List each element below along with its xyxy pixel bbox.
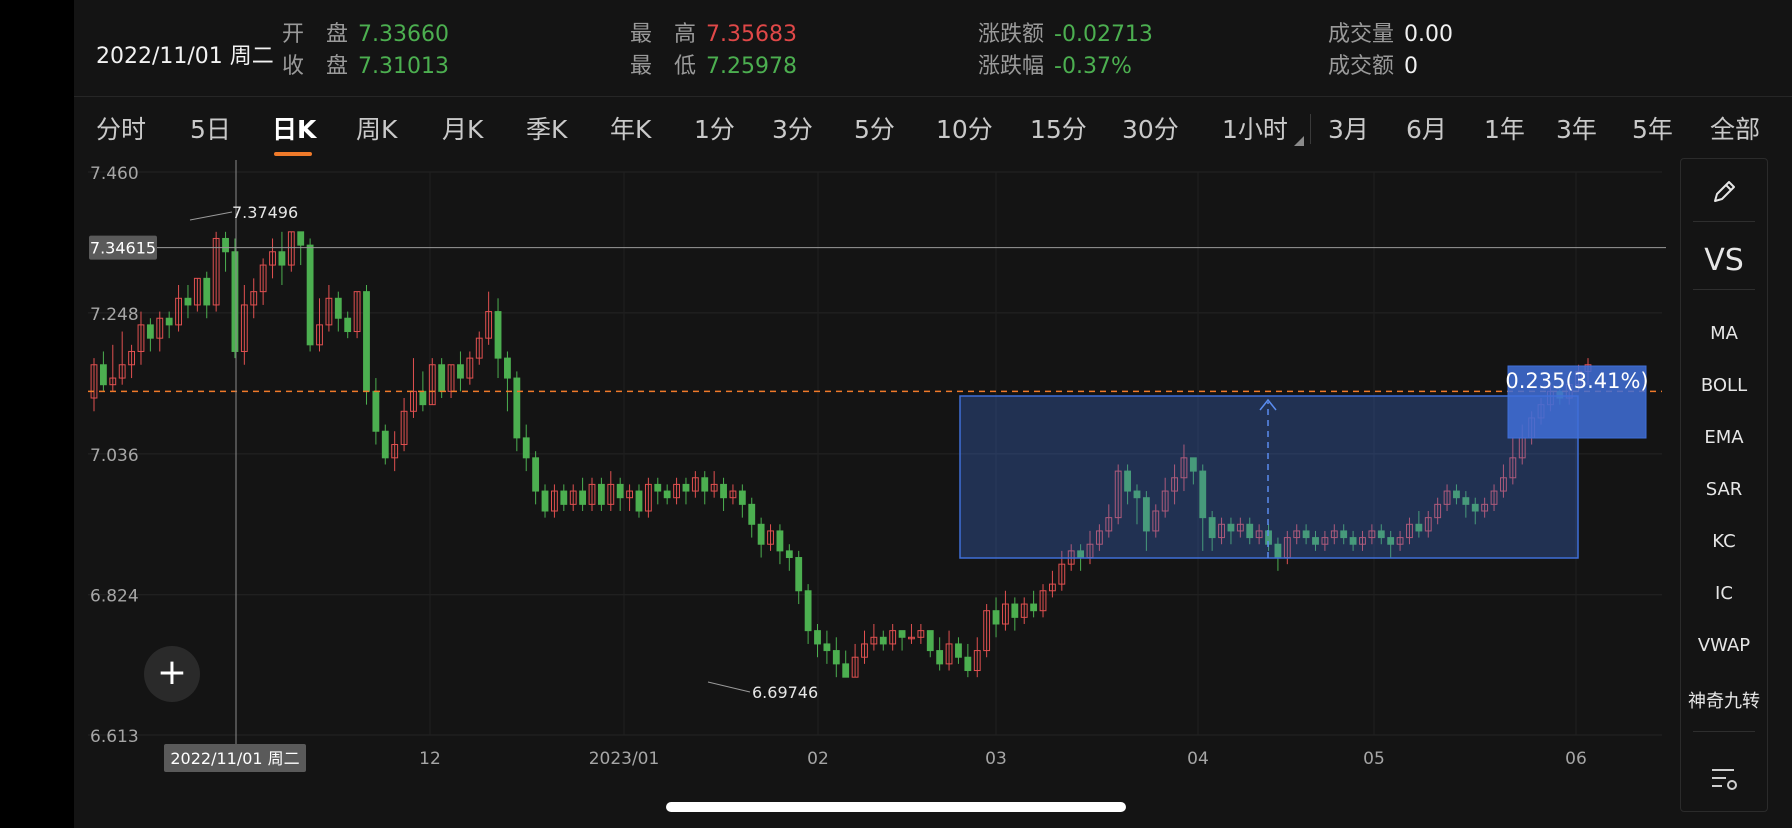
- candle-body: [99, 364, 107, 386]
- candle-body: [363, 291, 370, 392]
- candle-body: [616, 483, 624, 499]
- candle-body: [334, 297, 342, 319]
- x-tick-label: 04: [1187, 749, 1209, 769]
- indicator-kc[interactable]: KC: [1681, 531, 1767, 552]
- max-price-label: 7.37496: [232, 203, 298, 222]
- x-tick-label: 12: [419, 749, 441, 769]
- candle-body: [936, 650, 944, 665]
- candle-body: [438, 364, 446, 392]
- candle-body: [748, 503, 756, 525]
- max-pointer: [189, 211, 233, 221]
- candle-body: [654, 483, 662, 492]
- candle-body: [165, 317, 173, 326]
- y-tick-label: 7.036: [90, 446, 139, 466]
- candle-body: [560, 490, 568, 505]
- candle-body: [682, 483, 690, 492]
- candlestick-chart[interactable]: 7.4607.2487.0366.8246.613 12 2023/01 02 03 0…: [0, 0, 1680, 800]
- candle-body: [419, 390, 427, 406]
- candle-body: [832, 650, 840, 665]
- candle-body: [635, 490, 643, 512]
- candle-body: [738, 490, 746, 505]
- candle-body: [663, 490, 671, 499]
- candle-body: [494, 311, 502, 359]
- candle-body: [372, 390, 380, 432]
- candle-body: [804, 590, 812, 632]
- candle-body: [992, 610, 1000, 625]
- min-price-label: 6.69746: [752, 683, 818, 702]
- candle-body: [955, 643, 962, 658]
- candle-body: [814, 630, 821, 645]
- indicator-toolbar: VS MA BOLL EMA SAR KC IC VWAP 神奇九转: [1680, 158, 1768, 812]
- settings-list-icon[interactable]: [1681, 763, 1767, 800]
- indicator-sar[interactable]: SAR: [1681, 479, 1767, 500]
- candle-body: [381, 430, 389, 459]
- candle-body: [457, 364, 464, 379]
- y-tick-label: 7.248: [90, 305, 139, 325]
- x-tick-label: 02: [807, 749, 829, 769]
- x-tick-label: 2023/01: [589, 749, 660, 769]
- candle-body: [823, 643, 831, 652]
- vs-button[interactable]: VS: [1681, 243, 1767, 278]
- candle-body: [504, 357, 511, 379]
- candle-body: [222, 237, 229, 253]
- crosshair-date-label: 2022/11/01 周二: [170, 749, 299, 768]
- measure-box: [959, 395, 1579, 559]
- candle-body: [344, 317, 352, 333]
- candle-body: [964, 656, 972, 672]
- toolbar-divider: [1693, 221, 1755, 222]
- candle-body: [579, 490, 587, 505]
- candle-body: [532, 457, 540, 492]
- candle-body: [597, 483, 605, 505]
- min-pointer: [707, 681, 751, 693]
- candle-body: [306, 244, 314, 346]
- x-tick-label: 06: [1565, 749, 1587, 769]
- indicator-vwap[interactable]: VWAP: [1681, 635, 1767, 656]
- indicator-ma[interactable]: MA: [1681, 323, 1767, 344]
- indicator-boll[interactable]: BOLL: [1681, 375, 1767, 396]
- candle-body: [776, 530, 784, 552]
- candle-body: [720, 483, 727, 499]
- candle-body: [231, 251, 239, 352]
- measure-label: 0.235(3.41%): [1505, 369, 1648, 393]
- candle-body: [701, 477, 709, 492]
- candle-body: [1011, 603, 1019, 618]
- candle-body: [146, 324, 154, 339]
- candle-body: [297, 231, 305, 246]
- add-button[interactable]: +: [144, 646, 200, 702]
- candle-body: [926, 630, 934, 652]
- home-indicator: [666, 802, 1126, 812]
- tab-all[interactable]: 全部: [1710, 110, 1760, 146]
- candle-body: [203, 277, 211, 306]
- candle-body: [785, 550, 793, 559]
- candle-body: [522, 437, 530, 459]
- indicator-ema[interactable]: EMA: [1681, 427, 1767, 448]
- candle-body: [1030, 603, 1038, 612]
- candle-body: [278, 251, 286, 266]
- y-tick-label: 6.824: [90, 587, 139, 607]
- chart-overlay: 0.235(3.41%) 7.34615 2022/11/01 周二 7.37496 6…: [88, 160, 1666, 772]
- y-tick-label: 6.613: [90, 727, 139, 747]
- candle-body: [879, 636, 887, 645]
- indicator-ic[interactable]: IC: [1681, 583, 1767, 604]
- x-tick-label: 05: [1363, 749, 1385, 769]
- candle-body: [795, 557, 803, 592]
- y-tick-label: 7.460: [90, 164, 139, 184]
- candle-body: [184, 297, 192, 306]
- toolbar-divider: [1693, 289, 1755, 290]
- pencil-icon[interactable]: [1681, 177, 1767, 212]
- crosshair-price-label: 7.34615: [90, 239, 156, 258]
- candle-body: [842, 663, 850, 678]
- indicator-magic-nine[interactable]: 神奇九转: [1681, 687, 1767, 713]
- candle-body: [898, 630, 906, 638]
- toolbar-divider: [1693, 731, 1755, 732]
- candle-body: [541, 490, 549, 512]
- candle-body: [513, 377, 521, 439]
- x-tick-label: 03: [985, 749, 1007, 769]
- x-axis: 12 2023/01 02 03 04 05 06: [419, 749, 1587, 769]
- candle-body: [757, 523, 765, 545]
